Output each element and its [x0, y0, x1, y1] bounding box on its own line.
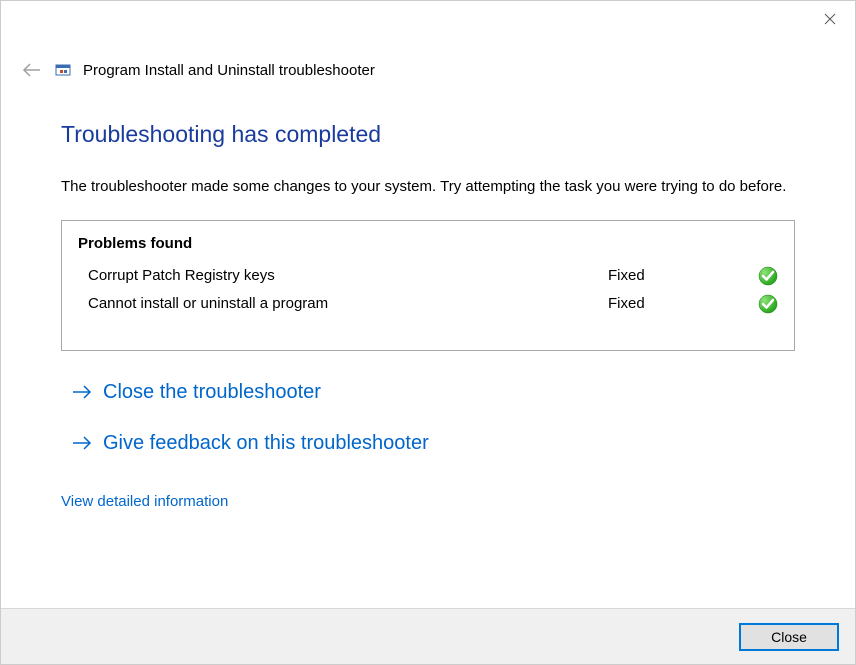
- fixed-check-icon: [758, 294, 778, 314]
- close-icon: [824, 13, 836, 25]
- problem-name: Cannot install or uninstall a program: [88, 295, 608, 312]
- close-button[interactable]: Close: [739, 623, 839, 651]
- give-feedback-link[interactable]: Give feedback on this troubleshooter: [71, 432, 795, 455]
- problem-row: Cannot install or uninstall a program Fi…: [78, 290, 778, 318]
- titlebar: [1, 1, 855, 41]
- problem-name: Corrupt Patch Registry keys: [88, 267, 608, 284]
- troubleshooter-app-icon: [55, 62, 71, 78]
- close-troubleshooter-link[interactable]: Close the troubleshooter: [71, 381, 795, 404]
- back-button[interactable]: [21, 59, 43, 81]
- description-text: The troubleshooter made some changes to …: [61, 176, 795, 198]
- problem-status: Fixed: [608, 267, 758, 284]
- page-heading: Troubleshooting has completed: [61, 121, 795, 148]
- window-close-button[interactable]: [815, 7, 845, 31]
- view-details-link[interactable]: View detailed information: [61, 493, 228, 510]
- content-area: Troubleshooting has completed The troubl…: [1, 81, 855, 510]
- arrow-right-icon: [71, 383, 93, 401]
- problem-status: Fixed: [608, 295, 758, 312]
- action-link-label: Close the troubleshooter: [103, 381, 321, 404]
- header-row: Program Install and Uninstall troublesho…: [1, 41, 855, 81]
- app-title: Program Install and Uninstall troublesho…: [83, 62, 375, 79]
- problems-found-panel: Problems found Corrupt Patch Registry ke…: [61, 220, 795, 351]
- footer-bar: Close: [1, 608, 855, 664]
- problem-row: Corrupt Patch Registry keys Fixed: [78, 262, 778, 290]
- fixed-check-icon: [758, 266, 778, 286]
- arrow-right-icon: [71, 434, 93, 452]
- action-link-label: Give feedback on this troubleshooter: [103, 432, 429, 455]
- problems-found-header: Problems found: [78, 235, 778, 252]
- back-arrow-icon: [22, 62, 42, 78]
